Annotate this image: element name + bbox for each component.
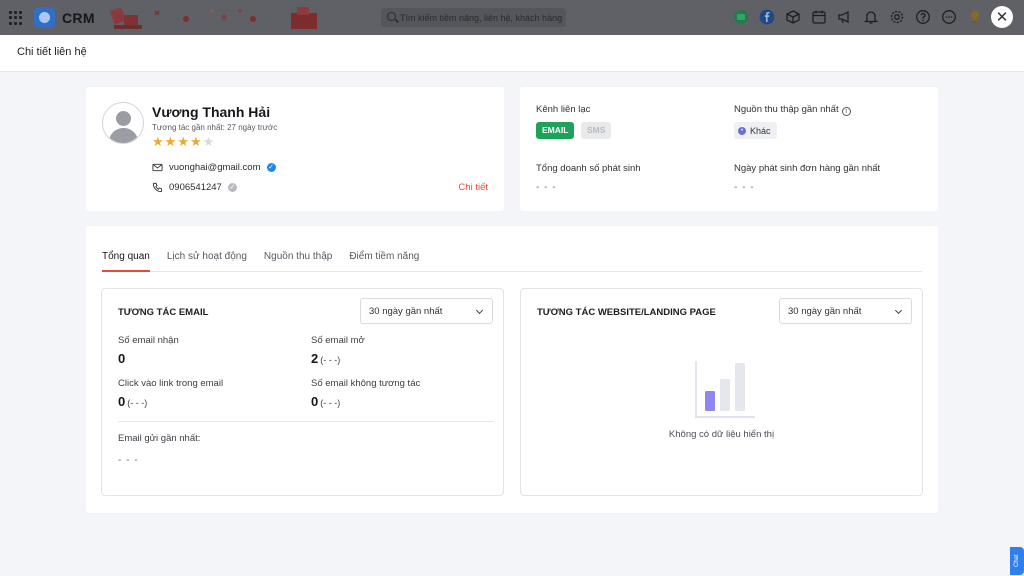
last-interaction: Tương tác gần nhất: 27 ngày trước <box>152 123 278 132</box>
global-search[interactable] <box>381 8 566 27</box>
source-label-row: Nguồn thu thập gần nhất i <box>734 104 851 116</box>
calendar-icon[interactable] <box>810 8 828 26</box>
tab-lead-score[interactable]: Điểm tiềm năng <box>349 249 419 272</box>
email-row: vuonghai@gmail.com ✓ <box>152 162 276 173</box>
contact-phone[interactable]: 0906541247 <box>169 182 222 193</box>
source-value: Khác <box>750 125 771 136</box>
tab-bar: Tổng quan Lịch sử hoạt động Nguồn thu th… <box>102 249 922 272</box>
revenue-value: - - - <box>536 182 557 193</box>
received-label: Số email nhận <box>118 335 179 346</box>
tet-decoration-icon <box>291 7 317 29</box>
more-icon[interactable] <box>940 8 958 26</box>
star-filled-icon[interactable]: ★ <box>177 135 189 148</box>
other-source-icon: • <box>738 126 746 135</box>
page-title: Chi tiết liên hệ <box>17 46 87 58</box>
phone-row: 0906541247 ✓ <box>152 182 237 193</box>
bell-icon[interactable] <box>862 8 880 26</box>
web-panel-title: TƯƠNG TÁC WEBSITE/LANDING PAGE <box>537 307 716 318</box>
unverified-icon: ✓ <box>227 183 237 192</box>
rating-stars[interactable]: ★ ★ ★ ★ ★ <box>152 135 214 148</box>
page-header: Chi tiết liên hệ <box>0 35 1024 72</box>
email-range-select[interactable]: 30 ngày gần nhất <box>360 298 493 324</box>
last-sent-label: Email gửi gần nhất: <box>118 433 201 444</box>
megaphone-icon[interactable] <box>836 8 854 26</box>
crm-logo[interactable] <box>34 7 55 28</box>
avatar <box>102 102 144 144</box>
search-input[interactable] <box>400 8 564 27</box>
tab-overview[interactable]: Tổng quan <box>102 249 150 272</box>
tet-decoration-icon <box>154 9 256 22</box>
contact-email[interactable]: vuonghai@gmail.com <box>169 162 261 173</box>
app-name: CRM <box>62 10 95 26</box>
email-panel-title: TƯƠNG TÁC EMAIL <box>118 307 209 318</box>
web-range-select[interactable]: 30 ngày gần nhất <box>779 298 912 324</box>
panel-divider <box>118 421 493 422</box>
source-tag: • Khác <box>734 122 777 139</box>
channel-sms-badge: SMS <box>581 122 612 139</box>
settings-icon[interactable] <box>888 8 906 26</box>
source-label: Nguồn thu thập gần nhất <box>734 104 839 115</box>
web-interaction-panel: TƯƠNG TÁC WEBSITE/LANDING PAGE 30 ngày g… <box>520 288 923 496</box>
lightbulb-icon[interactable] <box>966 8 984 26</box>
info-icon[interactable]: i <box>841 107 851 116</box>
last-sent-value: - - - <box>118 455 139 466</box>
verified-icon: ✓ <box>266 163 276 172</box>
info-card: Kênh liên lạc EMAIL SMS Nguồn thu thập g… <box>520 87 938 211</box>
top-icon-bar <box>732 8 984 26</box>
contact-name: Vương Thanh Hải <box>152 104 271 120</box>
no-interaction-value: 0 (- - -) <box>311 394 341 409</box>
clicks-value: 0 (- - -) <box>118 394 148 409</box>
contact-detail-page: Chi tiết liên hệ Vương Thanh Hải Tương t… <box>0 35 1024 576</box>
app-grid-icon[interactable] <box>9 11 23 25</box>
channels-label: Kênh liên lạc <box>536 104 591 115</box>
opened-value: 2 (- - -) <box>311 351 341 366</box>
last-order-label: Ngày phát sinh đơn hàng gần nhất <box>734 163 881 174</box>
detail-link[interactable]: Chi tiết <box>458 182 488 193</box>
tet-decoration-icon <box>109 7 142 29</box>
mail-icon <box>152 163 163 172</box>
empty-chart-icon <box>695 361 755 418</box>
revenue-label: Tổng doanh số phát sinh <box>536 163 641 174</box>
tab-activity-history[interactable]: Lịch sử hoạt động <box>167 249 247 272</box>
tab-sources[interactable]: Nguồn thu thập <box>264 249 332 272</box>
chat-tab[interactable]: Chat <box>1010 547 1024 575</box>
search-icon <box>387 12 396 21</box>
close-icon: ✕ <box>995 9 1009 26</box>
email-interaction-panel: TƯƠNG TÁC EMAIL 30 ngày gần nhất Số emai… <box>101 288 504 496</box>
last-order-value: - - - <box>734 182 755 193</box>
app-badge-icon[interactable] <box>732 8 750 26</box>
no-interaction-label: Số email không tương tác <box>311 378 421 389</box>
facebook-icon[interactable] <box>758 8 776 26</box>
help-icon[interactable] <box>914 8 932 26</box>
cube-icon[interactable] <box>784 8 802 26</box>
profile-card: Vương Thanh Hải Tương tác gần nhất: 27 n… <box>86 87 504 211</box>
channel-email-badge: EMAIL <box>536 122 575 139</box>
overview-card: Tổng quan Lịch sử hoạt động Nguồn thu th… <box>86 226 938 513</box>
phone-icon <box>152 182 163 193</box>
star-empty-icon[interactable]: ★ <box>203 135 215 148</box>
close-button[interactable]: ✕ <box>991 6 1013 28</box>
empty-state-text: Không có dữ liệu hiển thị <box>668 429 775 440</box>
clicks-label: Click vào link trong email <box>118 378 224 389</box>
star-filled-icon[interactable]: ★ <box>165 135 177 148</box>
star-filled-icon[interactable]: ★ <box>152 135 164 148</box>
star-filled-icon[interactable]: ★ <box>190 135 202 148</box>
top-bar: CRM Tìm kiếm tiềm năng, liên hệ, khách h… <box>0 0 1024 35</box>
opened-label: Số email mở <box>311 335 365 346</box>
received-value: 0 <box>118 351 126 366</box>
